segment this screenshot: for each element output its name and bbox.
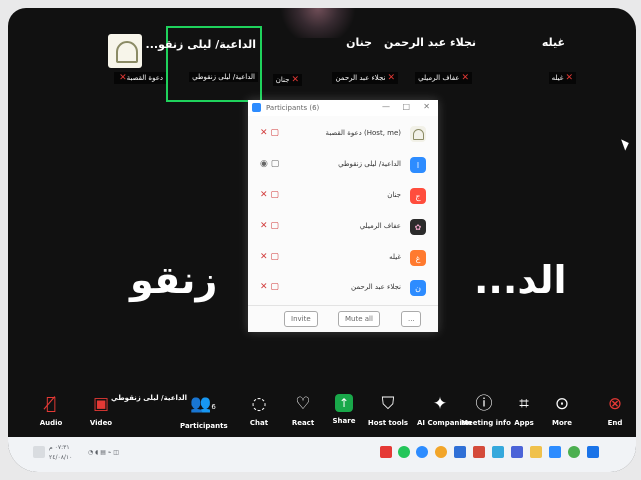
mouse-cursor-icon [621,137,631,151]
mic-icon: ◉ ▢ [260,159,280,169]
muted-mic-icon: ✕ [387,73,395,83]
avatar: ن [410,280,426,296]
speaker-name-right: ...الد [474,258,567,302]
muted-mic-icon: 🎙̸ [45,394,57,414]
flower-icon: ✿ [414,222,422,232]
ai-companion-button[interactable]: ✦ AI Companion [417,394,472,427]
speaker-name-left: زنقو [130,258,218,302]
tile-label: غيله ✕ [548,72,576,84]
muted-mic-icon: ✕ ▢ [260,190,279,200]
participant-name: غيله [389,253,401,261]
muted-mic-icon: ✕ [119,73,127,83]
tile-label: ✕دعوة القصبة [114,72,166,84]
powerpoint-icon[interactable] [473,446,485,458]
windows-taskbar: ٠٧:٣١ م ٢٤/٠٨/١٠ ◔ ◖ ▤ ⌁ ◫ [8,437,636,472]
end-icon: ⊗ [607,394,623,414]
more-button[interactable]: ⊙ More [539,394,585,427]
participant-tile-ghila[interactable]: غيله غيله ✕ [493,26,593,98]
participant-row[interactable]: ✕ ▢ جنان ج [260,187,426,207]
participant-row[interactable]: ◉ ▢ الداعية/ ليلى زنقوطي ا [260,156,426,176]
folder-icon[interactable] [530,446,542,458]
close-icon[interactable]: ✕ [423,102,430,111]
whatsapp-icon[interactable] [398,446,410,458]
tile-name: جنان [346,36,372,49]
participant-name: دعوة القصبة (Host, me) [325,129,401,137]
participant-name: نجلاء عبد الرحمن [351,283,401,291]
active-speaker-caption-tile: الداعية/ ليلى زنقوطي [168,26,260,98]
participants-footer: Invite Mute all ... [248,305,438,332]
audio-button[interactable]: 🎙̸ Audio [28,394,74,427]
participant-row[interactable]: ✕ ▢ غيله غ [260,249,426,269]
video-off-icon: ▣ [92,394,110,414]
logo-icon [412,128,424,140]
tile-name: غيله [541,36,565,49]
windows-icon[interactable] [587,446,599,458]
zoom-meeting-screen: غيله غيله ✕ نجلاء عبد الرحمن عفاف الرميلي… [8,8,636,472]
tile-label: عفاف الرميلي ✕ [415,72,472,84]
participants-panel[interactable]: Participants (6) — □ ✕ ✕ ▢ دعوة القصبة (… [248,100,438,332]
start-icon[interactable] [33,446,45,458]
chat-icon: ◌ [251,394,267,414]
tile-label: جنان ✕ [272,74,302,86]
react-button[interactable]: ♡ React [280,394,326,427]
edge-icon[interactable] [492,446,504,458]
participant-row[interactable]: ✕ ▢ عفاف الرميلي ✿ [260,218,426,238]
mute-all-button[interactable]: Mute all [338,311,380,327]
muted-mic-icon: ✕ ▢ [260,128,279,138]
system-time: ٠٧:٣١ م [49,444,70,451]
participants-title-bar[interactable]: Participants (6) — □ ✕ [248,100,438,116]
store-icon[interactable] [549,446,561,458]
avatar [410,126,426,142]
app-icon-2[interactable] [511,446,523,458]
photo-frame: غيله غيله ✕ نجلاء عبد الرحمن عفاف الرميلي… [0,0,641,480]
video-button[interactable]: ▣ Video [78,394,124,427]
participant-name: جنان [387,191,401,199]
maximize-icon[interactable]: □ [402,102,410,111]
chrome-icon[interactable] [435,446,447,458]
avatar: ا [410,157,426,173]
end-button[interactable]: ⊗ End [592,394,636,427]
muted-mic-icon: ✕ ▢ [260,252,279,262]
app-icon[interactable] [380,446,392,458]
participants-button[interactable]: 👥6 Participants [180,394,228,430]
minimize-icon[interactable]: — [382,102,390,111]
participant-tile-jinan[interactable]: جنان نجلاء عبد الرحمن ✕ [298,26,402,98]
logo-icon [108,34,142,68]
system-date: ٢٤/٠٨/١٠ [49,454,73,461]
more-icon: ⊙ [554,394,570,414]
invite-button[interactable]: Invite [284,311,318,327]
browser-icon[interactable] [568,446,580,458]
tile-label: نجلاء عبد الرحمن ✕ [332,72,398,84]
avatar: غ [410,250,426,266]
participant-tile-najla[interactable]: نجلاء عبد الرحمن عفاف الرميلي ✕ [384,26,494,98]
avatar: ج [410,188,426,204]
chat-button[interactable]: ◌ Chat [236,394,282,427]
avatar: ✿ [410,219,426,235]
muted-mic-icon: ✕ [291,75,299,85]
share-screen-icon: ↑ [335,394,353,412]
participants-icon: 👥6 [190,394,216,414]
muted-mic-icon: ✕ [565,73,573,83]
participant-tile-dawat-alqasba[interactable]: ✕دعوة القصبة [98,26,168,98]
shield-icon: ⛉ [381,394,395,414]
tray-icons: ◔ ◖ ▤ ⌁ ◫ [88,449,119,456]
sparkle-icon: ✦ [432,394,448,414]
word-icon[interactable] [454,446,466,458]
participant-name: الداعية/ ليلى زنقوطي [338,160,401,168]
zoom-taskbar-icon[interactable] [416,446,428,458]
share-button[interactable]: ↑ Share [321,394,367,425]
participant-row[interactable]: ✕ ▢ دعوة القصبة (Host, me) [260,125,426,145]
more-options-button[interactable]: ... [401,311,421,327]
participant-name: عفاف الرميلي [359,222,401,230]
host-tools-button[interactable]: ⛉ Host tools [365,394,411,427]
participant-row[interactable]: ✕ ▢ نجلاء عبد الرحمن ن [260,279,426,299]
heart-icon: ♡ [295,394,311,414]
muted-mic-icon: ✕ ▢ [260,282,279,292]
muted-mic-icon: ✕ ▢ [260,221,279,231]
zoom-icon [252,103,261,112]
participants-title: Participants (6) [266,104,320,112]
tile-label: الداعية/ ليلى زنقوطي [189,72,258,82]
muted-mic-icon: ✕ [461,73,469,83]
